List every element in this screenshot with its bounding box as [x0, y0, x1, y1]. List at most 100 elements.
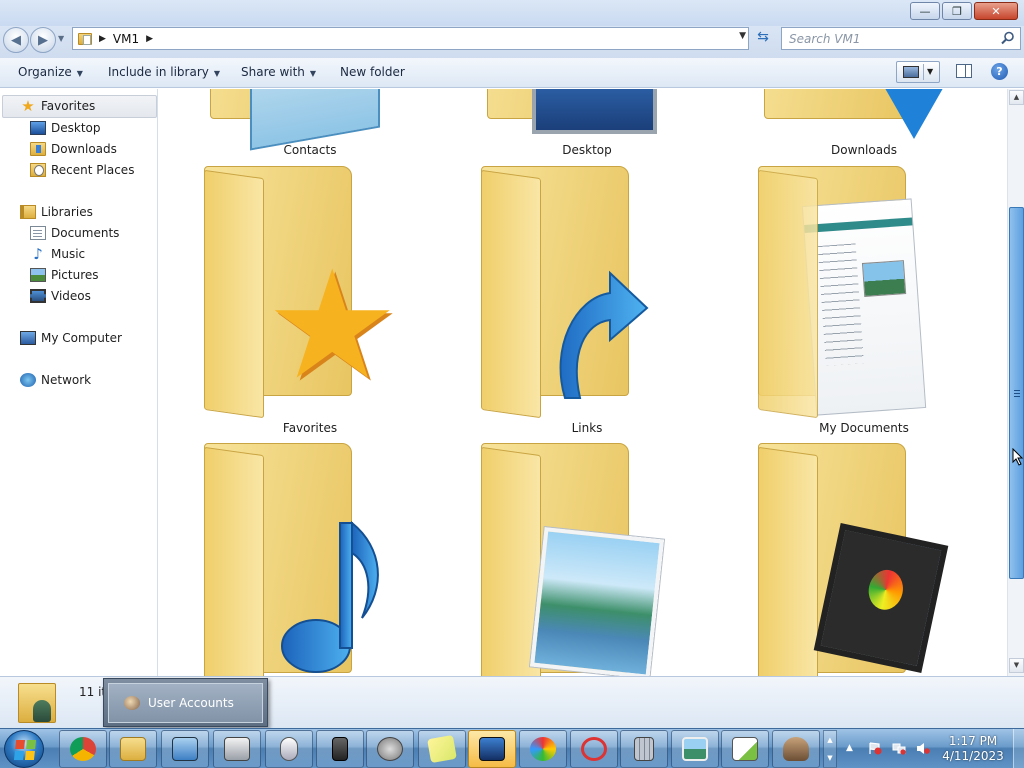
taskbar-calculator[interactable]: [620, 730, 668, 768]
nav-label: Pictures: [51, 268, 99, 282]
pictures-icon: [30, 268, 46, 282]
back-arrow-icon: ◀: [11, 32, 21, 48]
network-share-icon: [783, 737, 809, 761]
include-in-library-button[interactable]: Include in library ▼: [108, 65, 220, 79]
folder-label: Desktop: [562, 143, 612, 157]
taskbar-sticky-notes[interactable]: [418, 730, 466, 768]
videos-icon: [30, 289, 46, 303]
share-with-button[interactable]: Share with ▼: [241, 65, 316, 79]
folder-label: Downloads: [831, 143, 897, 157]
taskbar-mouse[interactable]: [265, 730, 313, 768]
monitor-icon: [532, 89, 657, 134]
folder-pictures[interactable]: [481, 443, 687, 676]
taskbar-scroll-buttons[interactable]: ▲ ▼: [823, 730, 837, 768]
forward-arrow-icon: ▶: [38, 32, 48, 48]
control-panel-icon: [172, 737, 198, 761]
nav-my-computer[interactable]: My Computer: [20, 331, 122, 345]
vertical-scrollbar[interactable]: ▲ ▼: [1007, 89, 1024, 676]
scroll-thumb[interactable]: [1009, 207, 1024, 579]
clock-date: 4/11/2023: [942, 749, 1004, 763]
search-icon[interactable]: [1001, 31, 1015, 45]
taskbar-remote-desktop[interactable]: [468, 730, 516, 768]
nav-music[interactable]: ♪ Music: [30, 245, 85, 263]
user-accounts-preview[interactable]: User Accounts: [108, 683, 263, 723]
music-note-icon: ♪: [33, 245, 43, 263]
command-bar: Organize ▼ Include in library ▼ Share with…: [0, 58, 1024, 88]
folder-contacts[interactable]: Contacts: [210, 89, 410, 159]
new-folder-button[interactable]: New folder: [340, 65, 405, 79]
preview-pane-icon[interactable]: [956, 64, 972, 78]
taskbar-chrome[interactable]: [59, 730, 107, 768]
recent-pages-dropdown[interactable]: ▼: [58, 34, 64, 43]
taskbar-control-panel[interactable]: [161, 730, 209, 768]
start-button[interactable]: [4, 730, 44, 768]
nav-network[interactable]: Network: [20, 373, 91, 387]
show-desktop-button[interactable]: [1013, 729, 1024, 768]
taskbar-speaker[interactable]: [366, 730, 414, 768]
nav-desktop[interactable]: Desktop: [30, 121, 101, 135]
folder-favorites[interactable]: ★ Favorites: [204, 166, 410, 436]
taskbar-paint[interactable]: [519, 730, 567, 768]
volume-muted-icon[interactable]: [916, 742, 930, 755]
forward-button[interactable]: ▶: [30, 27, 56, 53]
organize-button[interactable]: Organize ▼: [18, 65, 83, 79]
refresh-icon[interactable]: ⇆: [752, 29, 774, 49]
back-button[interactable]: ◀: [3, 27, 29, 53]
nav-libraries[interactable]: Libraries: [20, 205, 93, 219]
nav-pictures[interactable]: Pictures: [30, 268, 99, 282]
action-center-flag-icon[interactable]: [868, 742, 882, 755]
breadcrumb-vm1[interactable]: VM1: [113, 32, 139, 46]
nav-downloads[interactable]: Downloads: [30, 142, 117, 156]
taskbar-printer[interactable]: [213, 730, 261, 768]
taskbar-network-share[interactable]: [772, 730, 820, 768]
help-icon[interactable]: ?: [991, 63, 1008, 80]
chart-tool-icon: [732, 737, 758, 761]
chevron-down-icon: ▼: [76, 69, 83, 78]
mouse-icon: [280, 737, 298, 761]
nav-documents[interactable]: Documents: [30, 226, 119, 240]
taskbar-chart-tool[interactable]: [721, 730, 769, 768]
address-dropdown-icon[interactable]: ▼: [739, 31, 746, 41]
chevron-down-icon[interactable]: ▼: [927, 67, 933, 76]
taskbar-thumbnail-popup[interactable]: User Accounts: [103, 678, 268, 727]
mouse-cursor-icon: [1012, 448, 1024, 466]
taskbar-computer-tower[interactable]: [316, 730, 364, 768]
link-arrow-icon: [559, 270, 649, 399]
folder-desktop[interactable]: Desktop: [487, 89, 687, 159]
navigation-pane: ★ Favorites Desktop Downloads Recent Plac…: [0, 89, 158, 676]
remote-desktop-icon: [479, 737, 505, 761]
nav-videos[interactable]: Videos: [30, 289, 91, 303]
taskbar-photo-viewer[interactable]: [671, 730, 719, 768]
breadcrumb-separator-icon[interactable]: ▶: [99, 34, 106, 44]
taskbar-snipping-tool[interactable]: [570, 730, 618, 768]
nav-label: Favorites: [41, 99, 96, 113]
chevron-down-icon: ▼: [213, 69, 221, 78]
breadcrumb-chevron-icon[interactable]: ▶: [146, 34, 153, 44]
system-clock[interactable]: 1:17 PM 4/11/2023: [940, 734, 1006, 764]
scroll-up-button[interactable]: ▲: [1009, 90, 1024, 105]
change-view-button[interactable]: ▼: [896, 61, 940, 83]
show-hidden-icons-icon[interactable]: ▲: [846, 743, 853, 753]
close-button[interactable]: ✕: [974, 2, 1018, 20]
speaker-icon: [377, 737, 403, 761]
folder-links[interactable]: Links: [481, 166, 687, 436]
scroll-down-button[interactable]: ▼: [1009, 658, 1024, 673]
maximize-button[interactable]: ❐: [942, 2, 972, 20]
nav-label: Downloads: [51, 142, 117, 156]
taskbar-explorer[interactable]: [109, 730, 157, 768]
folder-music[interactable]: [204, 443, 410, 676]
taskbar: ▲ ▼ ▲ 1:17 PM 4/11/2023: [0, 728, 1024, 768]
folder-my-documents[interactable]: My Documents: [758, 166, 964, 436]
nav-recent-places[interactable]: Recent Places: [30, 163, 134, 177]
recent-places-icon: [30, 163, 46, 177]
folder-videos[interactable]: [758, 443, 964, 676]
search-input[interactable]: Search VM1: [781, 27, 1021, 50]
nav-favorites[interactable]: ★ Favorites: [20, 99, 96, 114]
folder-downloads[interactable]: Downloads: [764, 89, 964, 159]
network-status-icon[interactable]: [892, 742, 906, 755]
search-placeholder: Search VM1: [789, 31, 861, 46]
minimize-button[interactable]: —: [910, 2, 940, 20]
download-arrow-icon: [874, 89, 954, 139]
address-bar[interactable]: ▶ VM1 ▶ ▼: [72, 27, 749, 50]
landscape-photo-icon: [530, 527, 664, 676]
